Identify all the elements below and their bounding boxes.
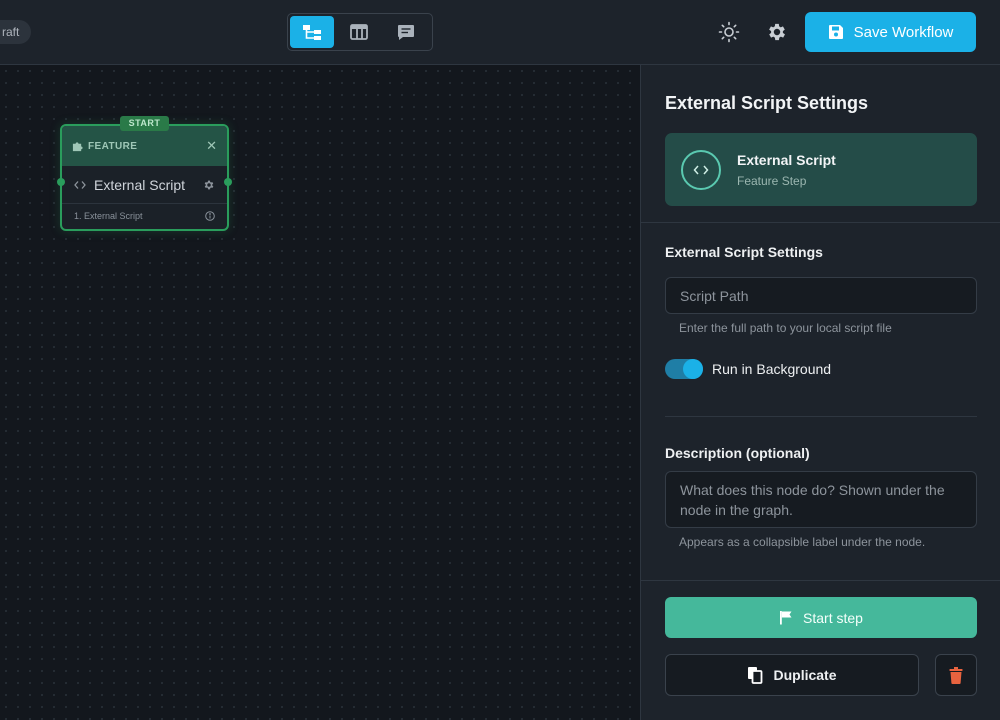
node-card-text: External Script Feature Step: [737, 152, 836, 188]
description-textarea[interactable]: What does this node do? Shown under the …: [665, 471, 977, 528]
delete-button[interactable]: [935, 654, 977, 696]
comment-view-button[interactable]: [384, 16, 428, 48]
close-icon[interactable]: ✕: [206, 138, 217, 154]
flag-icon: [780, 611, 792, 625]
divider: [641, 222, 1000, 223]
panel-title: External Script Settings: [665, 93, 869, 113]
graph-view-icon: [303, 25, 321, 40]
divider: [665, 416, 977, 417]
sun-icon: [718, 21, 740, 43]
table-view-button[interactable]: [337, 16, 381, 48]
code-icon: [74, 180, 86, 189]
settings-button[interactable]: [762, 17, 792, 47]
theme-toggle-button[interactable]: [714, 17, 744, 47]
node-step-label: 1. External Script: [74, 211, 143, 221]
graph-view-button[interactable]: [290, 16, 334, 48]
top-bar: raft Save Workflow: [0, 0, 1000, 65]
settings-panel: External Script Settings External Script…: [640, 65, 1000, 720]
duplicate-button[interactable]: Duplicate: [665, 654, 919, 696]
selected-node-card: External Script Feature Step: [665, 133, 977, 206]
draft-status-badge: raft: [0, 20, 32, 44]
info-icon[interactable]: [205, 211, 215, 221]
run-in-background-label: Run in Background: [712, 361, 832, 377]
toggle-knob: [683, 359, 703, 379]
view-switcher: [287, 13, 433, 51]
script-path-hint: Enter the full path to your local script…: [679, 321, 892, 335]
description-hint: Appears as a collapsible label under the…: [679, 535, 926, 549]
node-footer: 1. External Script: [62, 204, 227, 228]
output-handle[interactable]: [224, 178, 232, 186]
description-section-title: Description (optional): [665, 445, 810, 461]
puzzle-icon: [72, 141, 83, 151]
run-in-background-toggle[interactable]: [665, 359, 703, 379]
start-tag: START: [120, 116, 169, 131]
floppy-disk-icon: [828, 25, 843, 39]
table-view-icon: [350, 24, 368, 40]
workflow-canvas[interactable]: START FEATURE ✕ External Script 1. Exter…: [0, 65, 640, 720]
workflow-node[interactable]: START FEATURE ✕ External Script 1. Exter…: [57, 116, 232, 231]
node-title: External Script: [94, 176, 186, 193]
gear-icon: [769, 23, 785, 41]
save-workflow-label: Save Workflow: [853, 23, 954, 41]
input-handle[interactable]: [57, 178, 65, 186]
script-path-input[interactable]: Script Path: [665, 277, 977, 314]
divider: [641, 580, 1000, 581]
trash-icon: [949, 666, 963, 684]
start-step-label: Start step: [803, 609, 863, 626]
node-header: FEATURE ✕: [62, 126, 227, 166]
copy-icon: [748, 667, 763, 684]
node-card-name: External Script: [737, 151, 836, 168]
node-category: FEATURE: [88, 140, 138, 152]
settings-section-title: External Script Settings: [665, 244, 823, 260]
start-step-button[interactable]: Start step: [665, 597, 977, 638]
duplicate-label: Duplicate: [773, 667, 837, 683]
node-card-subtitle: Feature Step: [737, 173, 807, 188]
code-icon-circle: [681, 149, 721, 190]
code-icon: [693, 165, 709, 174]
gear-icon[interactable]: [203, 179, 215, 191]
comment-view-icon: [398, 24, 414, 40]
save-workflow-button[interactable]: Save Workflow: [805, 12, 976, 52]
node-body: External Script: [62, 166, 227, 204]
